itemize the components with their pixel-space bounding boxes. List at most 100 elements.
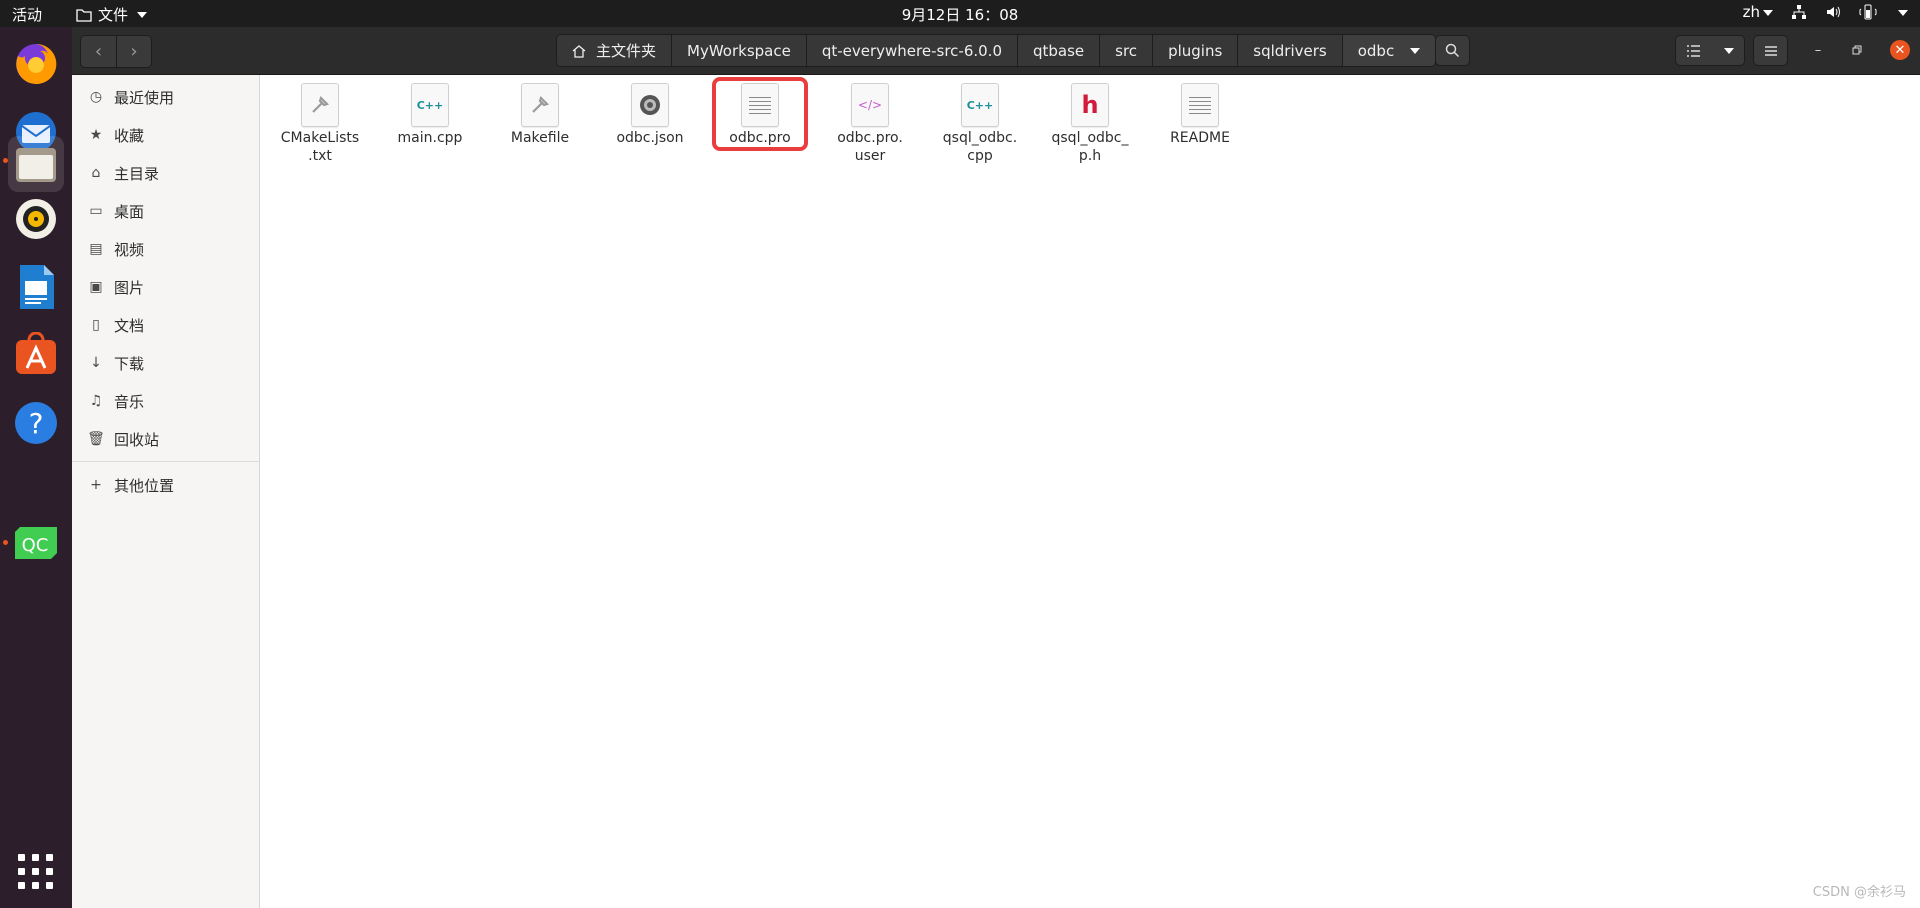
clock-icon: ◷ xyxy=(89,89,103,105)
sidebar-item-label: 文档 xyxy=(114,316,145,335)
language-indicator[interactable]: zh xyxy=(1743,3,1773,21)
power-menu[interactable] xyxy=(1895,3,1908,21)
top-bar: 活动 文件 9月12日 16：08 zh xyxy=(0,0,1920,27)
text-file-icon xyxy=(741,83,779,127)
dock: ? QC xyxy=(0,27,72,908)
home-icon: ⌂ xyxy=(91,165,101,181)
sidebar-item-downloads[interactable]: ↓ 下载 xyxy=(72,345,259,381)
view-options-dropdown[interactable] xyxy=(1724,47,1734,54)
trash-icon: 🗑 xyxy=(87,431,105,447)
text-file-icon xyxy=(1181,83,1219,127)
volume-icon[interactable] xyxy=(1825,4,1841,20)
breadcrumb-item[interactable]: plugins xyxy=(1153,35,1239,66)
close-button[interactable]: ✕ xyxy=(1890,40,1910,60)
sidebar-item-label: 图片 xyxy=(114,278,145,297)
header-bar: ‹ › 主文件夹 MyWorkspace qt-everywhere-src-6… xyxy=(72,27,1920,75)
maximize-button[interactable] xyxy=(1847,40,1867,60)
view-options-group xyxy=(1675,35,1745,66)
svg-text:QC: QC xyxy=(22,535,49,556)
cpp-file-icon: C++ xyxy=(411,83,449,127)
video-icon: ▤ xyxy=(89,241,103,257)
breadcrumb-label: qtbase xyxy=(1032,41,1085,60)
sidebar-item-trash[interactable]: 🗑 回收站 xyxy=(72,421,259,457)
breadcrumb-item[interactable]: qt-everywhere-src-6.0.0 xyxy=(806,35,1018,66)
sidebar-item-other-locations[interactable]: + 其他位置 xyxy=(72,467,259,503)
sidebar-item-label: 下载 xyxy=(114,354,145,373)
breadcrumb-item[interactable]: MyWorkspace xyxy=(672,35,807,66)
clock[interactable]: 9月12日 16：08 xyxy=(0,4,1920,25)
header-file-icon: h xyxy=(1071,83,1109,127)
sidebar-item-desktop[interactable]: ▭ 桌面 xyxy=(72,193,259,229)
sidebar-item-music[interactable]: ♫ 音乐 xyxy=(72,383,259,419)
sidebar-item-label: 其他位置 xyxy=(114,476,175,495)
breadcrumb-home[interactable]: 主文件夹 xyxy=(557,35,673,66)
sidebar-item-home[interactable]: ⌂ 主目录 xyxy=(72,155,259,191)
file-name: main.cpp xyxy=(397,130,463,146)
chevron-right-icon: › xyxy=(130,41,138,62)
breadcrumb-label: odbc xyxy=(1357,41,1395,60)
menu-button[interactable] xyxy=(1753,35,1788,66)
sidebar-item-label: 主目录 xyxy=(114,164,160,183)
minimize-icon: – xyxy=(1814,42,1822,58)
plus-icon: + xyxy=(90,477,102,493)
minimize-button[interactable]: – xyxy=(1808,40,1828,60)
chevron-down-icon xyxy=(1410,47,1421,54)
file-name: qsql_odbc_ p.h xyxy=(1051,130,1129,164)
help-icon[interactable]: ? xyxy=(8,395,64,451)
navigation-buttons: ‹ › xyxy=(80,35,152,68)
rhythmbox-icon[interactable] xyxy=(8,191,64,247)
firefox-icon[interactable] xyxy=(8,35,64,91)
file-item[interactable]: CMakeLists .txt xyxy=(270,83,370,165)
file-name: Makefile xyxy=(510,130,570,146)
network-icon[interactable] xyxy=(1791,4,1807,20)
xml-file-icon: </> xyxy=(851,83,889,127)
files-icon[interactable] xyxy=(8,136,64,192)
system-tray[interactable]: zh xyxy=(1743,3,1908,21)
document-icon: ▯ xyxy=(92,317,100,333)
desktop-icon: ▭ xyxy=(89,203,103,219)
file-name: CMakeLists .txt xyxy=(280,130,360,164)
search-button[interactable] xyxy=(1435,35,1470,66)
file-item[interactable]: </> odbc.pro. user xyxy=(820,83,920,165)
breadcrumb-item[interactable]: src xyxy=(1100,35,1154,66)
music-icon: ♫ xyxy=(89,393,103,409)
sidebar-item-pictures[interactable]: ▣ 图片 xyxy=(72,269,259,305)
search-icon xyxy=(1445,43,1460,58)
json-file-icon xyxy=(631,83,669,127)
sidebar-item-label: 音乐 xyxy=(114,392,145,411)
sidebar-item-documents[interactable]: ▯ 文档 xyxy=(72,307,259,343)
file-item[interactable]: odbc.json xyxy=(600,83,700,147)
breadcrumb: 主文件夹 MyWorkspace qt-everywhere-src-6.0.0… xyxy=(556,34,1437,67)
file-item[interactable]: h qsql_odbc_ p.h xyxy=(1040,83,1140,165)
chevron-left-icon: ‹ xyxy=(94,41,103,62)
qtcreator-icon[interactable]: QC xyxy=(8,515,64,571)
list-view-icon[interactable] xyxy=(1686,44,1701,58)
picture-icon: ▣ xyxy=(89,279,103,295)
sidebar-divider xyxy=(72,461,260,462)
build-file-icon xyxy=(301,83,339,127)
file-item[interactable]: README xyxy=(1150,83,1250,147)
svg-text:?: ? xyxy=(29,407,44,440)
breadcrumb-current[interactable]: odbc xyxy=(1342,35,1436,66)
breadcrumb-item[interactable]: sqldrivers xyxy=(1238,35,1343,66)
breadcrumb-label: src xyxy=(1115,41,1138,60)
file-view[interactable]: CMakeLists .txt C++ main.cpp Makefile od… xyxy=(261,75,1920,908)
breadcrumb-item[interactable]: qtbase xyxy=(1017,35,1101,66)
forward-button[interactable]: › xyxy=(116,36,151,67)
software-icon[interactable] xyxy=(8,327,64,383)
back-button[interactable]: ‹ xyxy=(81,36,116,67)
file-item[interactable]: Makefile xyxy=(490,83,590,147)
file-item-selected[interactable]: odbc.pro xyxy=(710,77,810,151)
sidebar-item-recent[interactable]: ◷ 最近使用 xyxy=(72,79,259,115)
sidebar-item-videos[interactable]: ▤ 视频 xyxy=(72,231,259,267)
file-item[interactable]: C++ main.cpp xyxy=(380,83,480,147)
battery-icon[interactable] xyxy=(1859,4,1877,20)
sidebar-item-label: 回收站 xyxy=(114,430,160,449)
download-icon: ↓ xyxy=(90,355,102,371)
show-apps-icon[interactable] xyxy=(18,854,54,890)
writer-icon[interactable] xyxy=(8,259,64,315)
sidebar-item-starred[interactable]: ★ 收藏 xyxy=(72,117,259,153)
file-item[interactable]: C++ qsql_odbc. cpp xyxy=(930,83,1030,165)
file-name: README xyxy=(1170,130,1230,146)
breadcrumb-label: qt-everywhere-src-6.0.0 xyxy=(821,41,1002,60)
